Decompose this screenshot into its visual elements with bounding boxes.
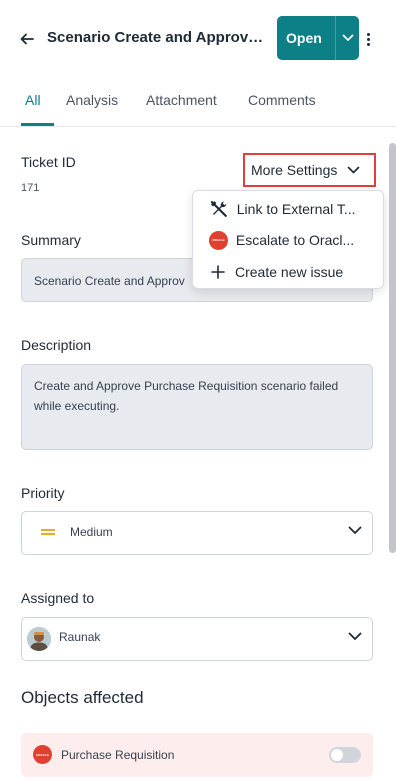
avatar — [27, 627, 51, 651]
oracle-logo-icon: ORACLE — [33, 745, 52, 764]
tools-icon — [210, 200, 227, 218]
tab-analysis[interactable]: Analysis — [66, 92, 118, 108]
chevron-down-icon — [348, 526, 362, 534]
more-settings-menu: Link to External T... ORACLE Escalate to… — [192, 190, 384, 289]
priority-label: Priority — [21, 485, 65, 501]
menu-item-label: Escalate to Oracl... — [235, 232, 355, 248]
object-label: Purchase Requisition — [61, 748, 175, 762]
oracle-logo-icon: ORACLE — [209, 230, 228, 250]
assigned-to-label: Assigned to — [21, 590, 95, 606]
tab-attachment[interactable]: Attachment — [146, 92, 217, 108]
active-tab-indicator — [21, 123, 54, 126]
object-toggle[interactable] — [329, 747, 361, 763]
assignee-select[interactable]: Raunak — [21, 617, 373, 661]
header: Scenario Create and Approve ... Open — [0, 0, 396, 76]
tab-bar: All Analysis Attachment Comments — [0, 76, 396, 127]
arrow-left-icon — [20, 33, 34, 45]
status-dropdown-toggle[interactable] — [336, 34, 359, 42]
status-label: Open — [286, 30, 322, 46]
assignee-value: Raunak — [59, 630, 101, 644]
ticket-id-label: Ticket ID — [21, 154, 76, 170]
menu-item-link-external[interactable]: Link to External T... — [193, 194, 385, 224]
tab-all[interactable]: All — [25, 92, 41, 108]
kebab-icon-dot — [366, 37, 370, 41]
menu-item-escalate-oracle[interactable]: ORACLE Escalate to Oracl... — [193, 225, 385, 255]
priority-value: Medium — [70, 525, 113, 539]
description-field[interactable]: Create and Approve Purchase Requisition … — [21, 364, 373, 450]
description-label: Description — [21, 337, 92, 353]
ticket-id-value: 171 — [21, 182, 40, 194]
plus-icon — [211, 265, 225, 279]
menu-item-label: Link to External T... — [236, 201, 356, 217]
chevron-down-icon — [348, 166, 360, 174]
more-settings-button[interactable]: More Settings — [243, 153, 376, 187]
page-title: Scenario Create and Approve ... — [47, 29, 265, 46]
objects-affected-title: Objects affected — [21, 688, 144, 707]
menu-item-label: Create new issue — [235, 264, 344, 280]
kebab-icon-dot — [366, 42, 370, 46]
summary-label: Summary — [21, 232, 81, 248]
priority-select[interactable]: Medium — [21, 511, 373, 555]
status-open-button[interactable]: Open — [277, 16, 359, 60]
more-settings-label: More Settings — [251, 162, 338, 178]
description-value: Create and Approve Purchase Requisition … — [34, 379, 339, 413]
back-button[interactable] — [16, 28, 38, 50]
medium-priority-icon — [41, 529, 55, 535]
tab-comments[interactable]: Comments — [248, 92, 316, 108]
object-row: ORACLE Purchase Requisition — [21, 733, 373, 777]
toggle-knob — [331, 749, 343, 761]
kebab-icon — [366, 32, 370, 36]
scrollbar-thumb[interactable] — [389, 143, 396, 553]
summary-value: Scenario Create and Approv — [34, 274, 185, 288]
chevron-down-icon — [342, 34, 353, 41]
chevron-down-icon — [348, 632, 362, 640]
more-options-button[interactable] — [360, 28, 376, 50]
menu-item-create-issue[interactable]: Create new issue — [193, 257, 385, 287]
